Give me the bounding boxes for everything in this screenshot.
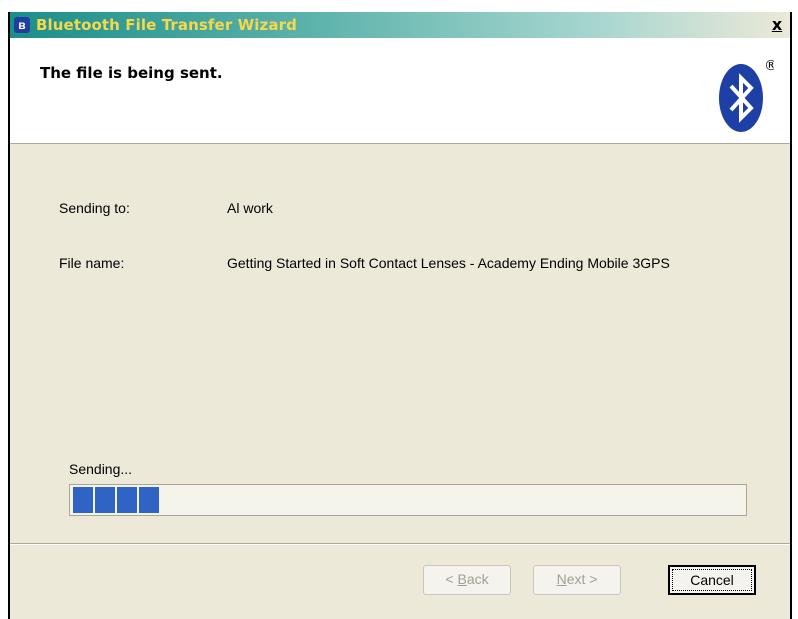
back-button[interactable]: < Back (423, 565, 511, 595)
progress-label: Sending... (69, 461, 133, 477)
progress-bar (69, 484, 747, 516)
back-button-label: < Back (445, 571, 489, 587)
next-button-label: Next > (556, 571, 598, 587)
window-title: Bluetooth File Transfer Wizard (36, 16, 297, 34)
bluetooth-wizard-window: ʙ Bluetooth File Transfer Wizard x The f… (8, 12, 792, 619)
file-name-label: File name: (59, 255, 125, 271)
close-button[interactable]: x (768, 16, 786, 34)
wizard-header: The file is being sent. ® (10, 38, 790, 144)
progress-block (95, 487, 115, 513)
page-heading: The file is being sent. (40, 64, 223, 82)
file-name-value: Getting Started in Soft Contact Lenses -… (227, 255, 670, 271)
cancel-button[interactable]: Cancel (668, 565, 756, 595)
footer-divider (10, 543, 790, 545)
sending-to-value: Al work (227, 200, 273, 216)
progress-block (73, 487, 93, 513)
title-bar[interactable]: ʙ Bluetooth File Transfer Wizard x (10, 12, 790, 38)
progress-block (117, 487, 137, 513)
bluetooth-logo-icon: ® (719, 58, 774, 132)
bluetooth-icon: ʙ (14, 17, 30, 33)
progress-block (139, 487, 159, 513)
sending-to-label: Sending to: (59, 200, 130, 216)
next-button[interactable]: Next > (533, 565, 621, 595)
registered-mark: ® (764, 58, 774, 74)
cancel-button-label: Cancel (672, 569, 752, 591)
